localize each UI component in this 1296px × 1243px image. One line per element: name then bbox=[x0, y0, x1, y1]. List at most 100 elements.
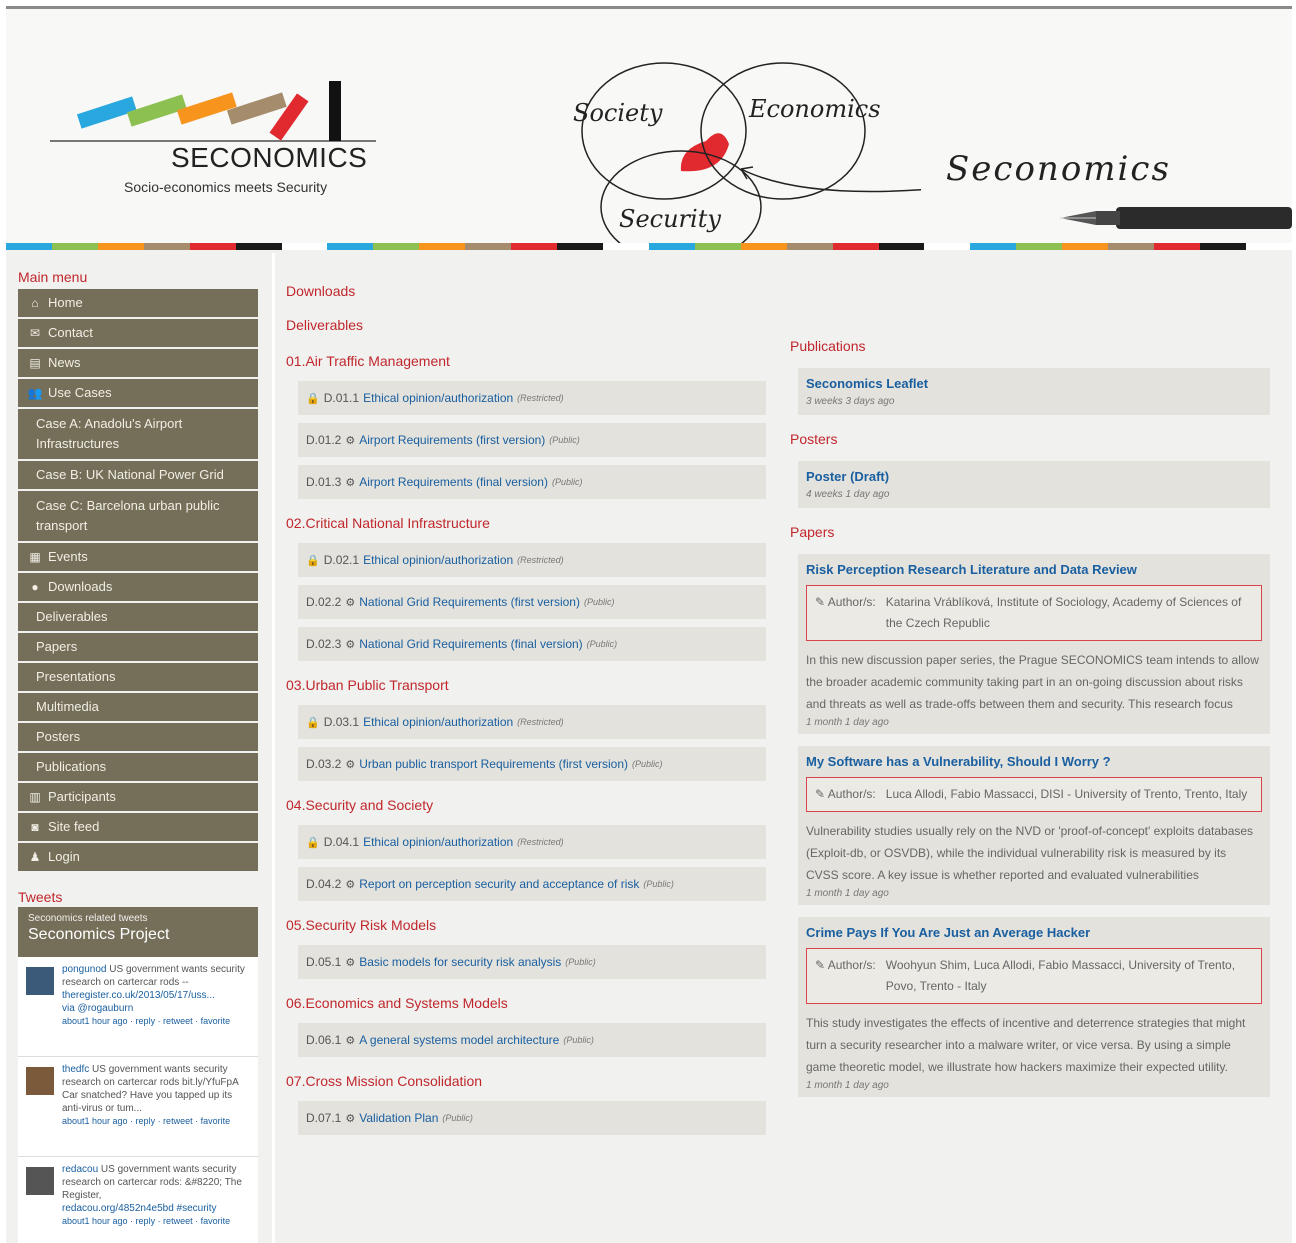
deliverable-title-link[interactable]: Ethical opinion/authorization bbox=[363, 715, 513, 729]
deliverable-row: D.07.1 ⚙ Validation Plan (Public) bbox=[298, 1101, 766, 1135]
tweets-widget-title: Seconomics Project bbox=[28, 926, 170, 943]
color-stripe-segment bbox=[419, 243, 466, 250]
public-share-icon: ⚙ bbox=[345, 956, 356, 969]
author-label: ✎ Author/s: bbox=[815, 784, 876, 805]
logo-title: SECONOMICS bbox=[171, 142, 368, 173]
deliverable-row: D.05.1 ⚙ Basic models for security risk an… bbox=[298, 945, 766, 979]
deliverable-row: 🔒 D.04.1 Ethical opinion/authorization (Res… bbox=[298, 825, 766, 859]
deliverable-access: (Public) bbox=[563, 1035, 594, 1045]
section-title[interactable]: 01.Air Traffic Management bbox=[286, 351, 766, 371]
deliverable-row: 🔒 D.03.1 Ethical opinion/authorization (Res… bbox=[298, 705, 766, 739]
publication-title[interactable]: Seconomics Leaflet bbox=[806, 376, 1262, 391]
tweet-link[interactable]: theregister.co.uk/2013/05/17/uss... bbox=[62, 989, 250, 1002]
poster-title[interactable]: Poster (Draft) bbox=[806, 469, 1262, 484]
deliverable-title-link[interactable]: A general systems model architecture bbox=[359, 1033, 559, 1047]
color-stripe-segment bbox=[832, 243, 879, 250]
deliverable-title-link[interactable]: Ethical opinion/authorization bbox=[363, 835, 513, 849]
deliverable-title-link[interactable]: National Grid Requirements (first versio… bbox=[359, 595, 580, 609]
tweet-user[interactable]: redacou bbox=[62, 1164, 98, 1175]
deliverable-access: (Restricted) bbox=[517, 393, 564, 403]
section-title[interactable]: 07.Cross Mission Consolidation bbox=[286, 1071, 766, 1091]
sidebar-item[interactable]: ▤ News bbox=[18, 349, 258, 379]
tweet-actions[interactable]: about1 hour ago · reply · retweet · favo… bbox=[62, 1115, 250, 1128]
deliverables-heading[interactable]: Deliverables bbox=[286, 313, 766, 337]
sidebar-item[interactable]: Multimedia bbox=[18, 693, 258, 723]
tweet-avatar[interactable] bbox=[26, 1067, 54, 1095]
color-stripe-segment bbox=[878, 243, 925, 250]
deliverable-title-link[interactable]: Validation Plan bbox=[359, 1111, 438, 1125]
pen-icon bbox=[1060, 207, 1292, 229]
deliverable-title-link[interactable]: Report on perception security and accept… bbox=[359, 877, 639, 891]
deliverable-access: (Public) bbox=[549, 435, 580, 445]
tweet-link[interactable]: redacou.org/4852n4e5bd #security bbox=[62, 1202, 250, 1215]
color-stripe-segment bbox=[511, 243, 558, 250]
sidebar-item[interactable]: Case B: UK National Power Grid bbox=[18, 461, 258, 491]
sidebar-item[interactable]: ◙ Site feed bbox=[18, 813, 258, 843]
deliverable-title-link[interactable]: National Grid Requirements (final versio… bbox=[359, 637, 582, 651]
author-label-text: Author/s: bbox=[827, 787, 876, 801]
sidebar-item[interactable]: ▥ Participants bbox=[18, 783, 258, 813]
sidebar-item[interactable]: Case A: Anadolu's Airport Infrastructure… bbox=[18, 409, 258, 461]
section-title[interactable]: 05.Security Risk Models bbox=[286, 915, 766, 935]
tweet-user[interactable]: thedfc bbox=[62, 1064, 89, 1075]
paper-title[interactable]: Risk Perception Research Literature and … bbox=[806, 562, 1262, 577]
section-title[interactable]: 04.Security and Society bbox=[286, 795, 766, 815]
deliverable-sections: 01.Air Traffic Management 🔒 D.01.1 Ethical … bbox=[286, 351, 766, 1135]
tweet-user[interactable]: pongunod bbox=[62, 964, 107, 975]
tweet-avatar[interactable] bbox=[26, 967, 54, 995]
deliverable-title-link[interactable]: Ethical opinion/authorization bbox=[363, 553, 513, 567]
publications-heading[interactable]: Publications bbox=[790, 334, 1270, 358]
paper-abstract: Vulnerability studies usually rely on th… bbox=[806, 824, 1254, 882]
sidebar-item[interactable]: ✉ Contact bbox=[18, 319, 258, 349]
color-stripe-segment bbox=[1199, 243, 1246, 250]
paper-title[interactable]: My Software has a Vulnerability, Should … bbox=[806, 754, 1262, 769]
color-stripe-segment bbox=[602, 243, 649, 250]
deliverable-title-link[interactable]: Urban public transport Requirements (fir… bbox=[359, 757, 628, 771]
section-title[interactable]: 06.Economics and Systems Models bbox=[286, 993, 766, 1013]
color-stripe-segment bbox=[327, 243, 374, 250]
deliverable-title-link[interactable]: Airport Requirements (final version) bbox=[359, 475, 548, 489]
tweet-list: pongunod US government wants security re… bbox=[18, 957, 258, 1243]
tweet-actions[interactable]: about1 hour ago · reply · retweet · favo… bbox=[62, 1215, 250, 1228]
deliverable-title-link[interactable]: Basic models for security risk analysis bbox=[359, 955, 561, 969]
sidebar-item[interactable]: 👥 Use Cases bbox=[18, 379, 258, 409]
public-share-icon: ⚙ bbox=[345, 1034, 356, 1047]
sidebar-item[interactable]: Papers bbox=[18, 633, 258, 663]
sidebar-item[interactable]: Posters bbox=[18, 723, 258, 753]
sidebar-item[interactable]: Case C: Barcelona urban public transport bbox=[18, 491, 258, 543]
paper-title[interactable]: Crime Pays If You Are Just an Average Ha… bbox=[806, 925, 1262, 940]
downloads-link[interactable]: Downloads bbox=[286, 279, 766, 303]
sidebar-item[interactable]: ⌂ Home bbox=[18, 289, 258, 319]
paper-authors: Woohyun Shim, Luca Allodi, Fabio Massacc… bbox=[885, 958, 1236, 993]
tweet-avatar[interactable] bbox=[26, 1167, 54, 1195]
sidebar-item[interactable]: Publications bbox=[18, 753, 258, 783]
sidebar-item[interactable]: Deliverables bbox=[18, 603, 258, 633]
pencil-icon: ✎ bbox=[815, 787, 828, 801]
sidebar-item[interactable]: ● Downloads bbox=[18, 573, 258, 603]
posters-heading[interactable]: Posters bbox=[790, 427, 1270, 451]
section-title[interactable]: 02.Critical National Infrastructure bbox=[286, 513, 766, 533]
deliverable-id: D.05.1 bbox=[306, 955, 342, 969]
publications-column: Publications Seconomics Leaflet 3 weeks … bbox=[790, 334, 1270, 1109]
color-stripe-segment bbox=[740, 243, 787, 250]
deliverable-title-link[interactable]: Airport Requirements (first version) bbox=[359, 433, 545, 447]
tweet-via[interactable]: via @rogauburn bbox=[62, 1002, 250, 1015]
sidebar-item[interactable]: ♟ Login bbox=[18, 843, 258, 873]
deliverable-row: D.06.1 ⚙ A general systems model architect… bbox=[298, 1023, 766, 1057]
papers-heading[interactable]: Papers bbox=[790, 520, 1270, 544]
column-divider bbox=[272, 253, 275, 1243]
sidebar-item[interactable]: ▦ Events bbox=[18, 543, 258, 573]
sidebar-item[interactable]: Presentations bbox=[18, 663, 258, 693]
color-stripe-segment bbox=[1245, 243, 1292, 250]
brand-script: Seconomics bbox=[946, 149, 1171, 189]
deliverable-id: D.01.2 bbox=[306, 433, 342, 447]
section-title[interactable]: 03.Urban Public Transport bbox=[286, 675, 766, 695]
color-stripe-segment bbox=[557, 243, 603, 250]
tweet-actions[interactable]: about1 hour ago · reply · retweet · favo… bbox=[62, 1015, 250, 1028]
sidebar-item-label: Case A: Anadolu's Airport Infrastructure… bbox=[36, 416, 183, 451]
deliverable-id: D.06.1 bbox=[306, 1033, 342, 1047]
deliverable-title-link[interactable]: Ethical opinion/authorization bbox=[363, 391, 513, 405]
deliverable-access: (Public) bbox=[442, 1113, 473, 1123]
deliverable-id: D.04.2 bbox=[306, 877, 342, 891]
tweet-item: thedfc US government wants security rese… bbox=[18, 1057, 258, 1157]
